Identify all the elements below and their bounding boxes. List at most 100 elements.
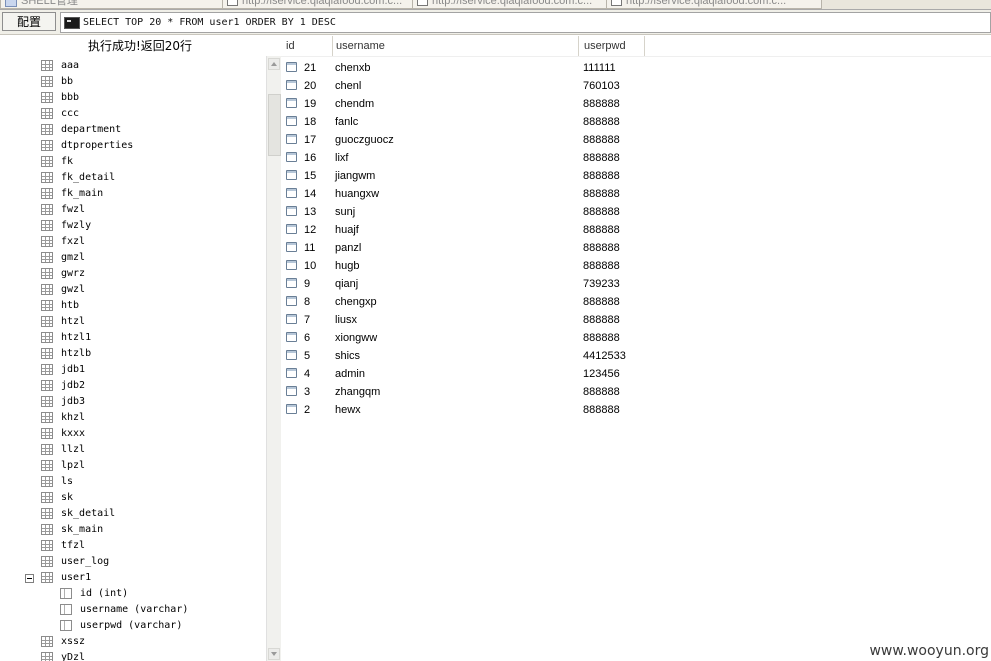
tree-item-table[interactable]: fwzly xyxy=(0,218,266,234)
table-row[interactable]: 17 guoczguocz 888888 xyxy=(281,131,991,149)
row-checkbox[interactable] xyxy=(286,386,297,396)
row-checkbox[interactable] xyxy=(286,206,297,216)
row-checkbox[interactable] xyxy=(286,332,297,342)
collapse-icon[interactable] xyxy=(25,574,34,583)
column-header-userpwd[interactable]: userpwd xyxy=(579,36,645,56)
row-checkbox[interactable] xyxy=(286,296,297,306)
tree-item-table[interactable]: kxxx xyxy=(0,426,266,442)
scroll-up-icon[interactable] xyxy=(268,58,280,70)
tree-item-table[interactable]: gmzl xyxy=(0,250,266,266)
row-checkbox[interactable] xyxy=(286,242,297,252)
table-icon xyxy=(41,364,53,375)
tree-item-table[interactable]: user1 xyxy=(0,570,266,586)
row-checkbox[interactable] xyxy=(286,314,297,324)
tree-item-table[interactable]: gwrz xyxy=(0,266,266,282)
table-row[interactable]: 14 huangxw 888888 xyxy=(281,185,991,203)
config-button[interactable]: 配置 xyxy=(2,12,56,31)
row-checkbox[interactable] xyxy=(286,80,297,90)
row-checkbox[interactable] xyxy=(286,188,297,198)
tree-item-table[interactable]: fxzl xyxy=(0,234,266,250)
table-row[interactable]: 6 xiongww 888888 xyxy=(281,329,991,347)
tree-item-column[interactable]: username (varchar) xyxy=(0,602,266,618)
tree-item-table[interactable]: llzl xyxy=(0,442,266,458)
row-checkbox[interactable] xyxy=(286,224,297,234)
table-row[interactable]: 2 hewx 888888 xyxy=(281,401,991,419)
table-row[interactable]: 7 liusx 888888 xyxy=(281,311,991,329)
scroll-thumb[interactable] xyxy=(268,94,281,156)
cell-userpwd: 888888 xyxy=(583,206,620,218)
table-row[interactable]: 11 panzl 888888 xyxy=(281,239,991,257)
tree-item-column[interactable]: id (int) xyxy=(0,586,266,602)
browser-tab[interactable]: http://iservice.qiaqiafood.com.c... xyxy=(412,0,610,9)
tree-item-table[interactable]: department xyxy=(0,122,266,138)
tree-item-table[interactable]: jdb3 xyxy=(0,394,266,410)
tree-item-table[interactable]: dtproperties xyxy=(0,138,266,154)
table-row[interactable]: 19 chendm 888888 xyxy=(281,95,991,113)
table-row[interactable]: 5 shics 4412533 xyxy=(281,347,991,365)
column-header-id[interactable]: id xyxy=(281,36,333,56)
row-checkbox[interactable] xyxy=(286,350,297,360)
cell-id: 15 xyxy=(304,170,317,182)
tree-item-table[interactable]: xssz xyxy=(0,634,266,650)
table-row[interactable]: 18 fanlc 888888 xyxy=(281,113,991,131)
database-tree: aaa bb bbb ccc department dtproperties fk fk_de… xyxy=(0,56,266,661)
tree-item-table[interactable]: ccc xyxy=(0,106,266,122)
tree-item-table[interactable]: fk_detail xyxy=(0,170,266,186)
row-checkbox[interactable] xyxy=(286,62,297,72)
browser-tab[interactable]: http://iservice.qiaqiafood.com.c... xyxy=(606,0,822,9)
table-row[interactable]: 4 admin 123456 xyxy=(281,365,991,383)
row-checkbox[interactable] xyxy=(286,116,297,126)
tree-item-table[interactable]: jdb1 xyxy=(0,362,266,378)
scroll-down-icon[interactable] xyxy=(268,648,280,660)
tree-item-table[interactable]: sk_detail xyxy=(0,506,266,522)
tree-item-table[interactable]: user_log xyxy=(0,554,266,570)
column-header-username[interactable]: username xyxy=(333,36,579,56)
table-row[interactable]: 16 lixf 888888 xyxy=(281,149,991,167)
table-row[interactable]: 20 chenl 760103 xyxy=(281,77,991,95)
row-checkbox[interactable] xyxy=(286,170,297,180)
tree-item-column[interactable]: userpwd (varchar) xyxy=(0,618,266,634)
tree-item-table[interactable]: htb xyxy=(0,298,266,314)
tree-item-table[interactable]: jdb2 xyxy=(0,378,266,394)
row-checkbox[interactable] xyxy=(286,368,297,378)
tree-item-table[interactable]: tfzl xyxy=(0,538,266,554)
table-row[interactable]: 8 chengxp 888888 xyxy=(281,293,991,311)
tree-item-table[interactable]: fk_main xyxy=(0,186,266,202)
tree-item-table[interactable]: fwzl xyxy=(0,202,266,218)
tree-item-table[interactable]: lpzl xyxy=(0,458,266,474)
row-checkbox[interactable] xyxy=(286,404,297,414)
browser-tab[interactable]: http://iservice.qiaqiafood.com.c... xyxy=(222,0,416,9)
row-checkbox[interactable] xyxy=(286,278,297,288)
tree-item-table[interactable]: yDzl xyxy=(0,650,266,661)
cell-id: 5 xyxy=(304,350,311,362)
row-checkbox[interactable] xyxy=(286,152,297,162)
tree-item-table[interactable]: htzl1 xyxy=(0,330,266,346)
tree-scrollbar[interactable] xyxy=(266,56,281,661)
row-checkbox[interactable] xyxy=(286,98,297,108)
tree-item-label: kxxx xyxy=(61,428,86,439)
tree-item-table[interactable]: fk xyxy=(0,154,266,170)
tree-item-table[interactable]: aaa xyxy=(0,58,266,74)
tree-item-table[interactable]: bbb xyxy=(0,90,266,106)
tree-item-table[interactable]: gwzl xyxy=(0,282,266,298)
sql-query-input[interactable] xyxy=(83,13,983,32)
table-row[interactable]: 21 chenxb 111111 xyxy=(281,59,991,77)
tree-item-table[interactable]: htzl xyxy=(0,314,266,330)
row-checkbox[interactable] xyxy=(286,260,297,270)
table-row[interactable]: 10 hugb 888888 xyxy=(281,257,991,275)
tree-item-table[interactable]: sk_main xyxy=(0,522,266,538)
tree-item-table[interactable]: htzlb xyxy=(0,346,266,362)
row-checkbox[interactable] xyxy=(286,134,297,144)
tree-item-table[interactable]: ls xyxy=(0,474,266,490)
cell-username: zhangqm xyxy=(335,386,381,398)
table-row[interactable]: 13 sunj 888888 xyxy=(281,203,991,221)
tree-item-table[interactable]: bb xyxy=(0,74,266,90)
tree-item-table[interactable]: sk xyxy=(0,490,266,506)
table-row[interactable]: 3 zhangqm 888888 xyxy=(281,383,991,401)
tree-item-table[interactable]: khzl xyxy=(0,410,266,426)
browser-tab[interactable]: SHELL管理 xyxy=(0,0,226,9)
table-row[interactable]: 9 qianj 739233 xyxy=(281,275,991,293)
tree-item-label: jdb2 xyxy=(61,380,86,391)
table-row[interactable]: 12 huajf 888888 xyxy=(281,221,991,239)
table-row[interactable]: 15 jiangwm 888888 xyxy=(281,167,991,185)
